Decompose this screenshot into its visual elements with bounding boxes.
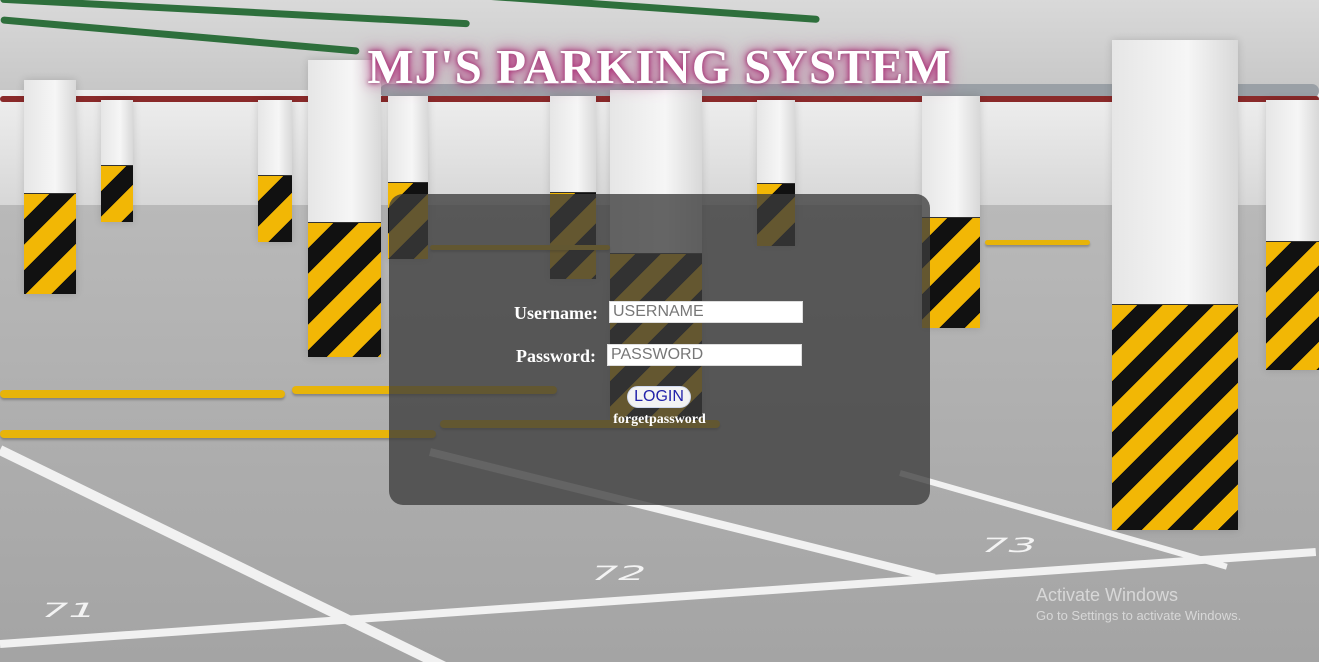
pillar [1266,100,1319,370]
yellow-barrier-rail [0,430,436,438]
page-title: MJ'S PARKING SYSTEM [367,39,952,94]
login-panel: Username: Password: LOGIN forgetpassword [389,194,930,505]
yellow-barrier-rail [0,390,285,398]
password-input[interactable] [607,344,802,366]
pillar [24,80,76,294]
password-label: Password: [516,346,596,366]
username-label: Username: [514,303,598,323]
username-input[interactable] [609,301,803,323]
pillar [308,60,381,357]
lot-number: 71 [34,599,102,622]
password-row: Password: [389,344,930,368]
login-button[interactable]: LOGIN [627,386,691,408]
pillar [922,96,980,328]
pillar [101,100,133,222]
yellow-barrier-rail [985,240,1090,245]
watermark-title: Activate Windows [1036,585,1179,605]
watermark-subtitle: Go to Settings to activate Windows. [1036,608,1242,623]
lot-number: 72 [584,562,652,585]
activate-windows-watermark: Activate Windows Go to Settings to activ… [1036,585,1241,623]
forgot-password-link[interactable]: forgetpassword [389,412,930,428]
pillar [258,100,292,242]
pillar [1112,40,1238,530]
lot-number: 73 [974,534,1042,557]
username-row: Username: [389,301,930,325]
